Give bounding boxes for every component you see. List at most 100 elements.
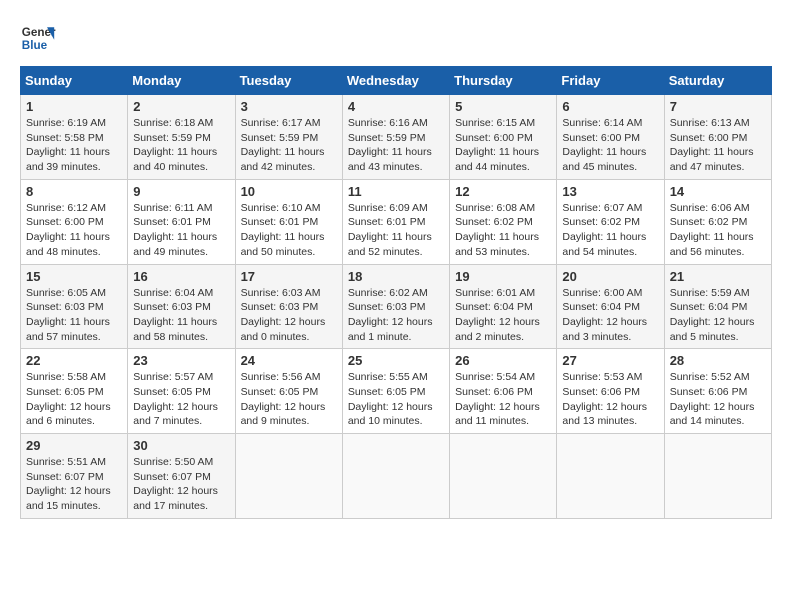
logo: General Blue [20, 20, 60, 56]
calendar-cell [342, 434, 449, 519]
day-info: Sunrise: 6:01 AMSunset: 6:04 PMDaylight:… [455, 286, 551, 345]
day-number: 17 [241, 269, 337, 284]
day-number: 5 [455, 99, 551, 114]
day-number: 20 [562, 269, 658, 284]
day-info: Sunrise: 6:19 AMSunset: 5:58 PMDaylight:… [26, 116, 122, 175]
calendar-cell: 19 Sunrise: 6:01 AMSunset: 6:04 PMDayligh… [450, 264, 557, 349]
day-info: Sunrise: 5:51 AMSunset: 6:07 PMDaylight:… [26, 455, 122, 514]
calendar-cell: 11 Sunrise: 6:09 AMSunset: 6:01 PMDayligh… [342, 179, 449, 264]
calendar-cell: 12 Sunrise: 6:08 AMSunset: 6:02 PMDayligh… [450, 179, 557, 264]
calendar-cell: 26 Sunrise: 5:54 AMSunset: 6:06 PMDayligh… [450, 349, 557, 434]
calendar-cell: 25 Sunrise: 5:55 AMSunset: 6:05 PMDayligh… [342, 349, 449, 434]
calendar-cell: 27 Sunrise: 5:53 AMSunset: 6:06 PMDayligh… [557, 349, 664, 434]
calendar-cell: 3 Sunrise: 6:17 AMSunset: 5:59 PMDaylight… [235, 95, 342, 180]
day-number: 21 [670, 269, 766, 284]
day-number: 29 [26, 438, 122, 453]
calendar-cell: 5 Sunrise: 6:15 AMSunset: 6:00 PMDaylight… [450, 95, 557, 180]
day-info: Sunrise: 6:03 AMSunset: 6:03 PMDaylight:… [241, 286, 337, 345]
calendar-cell [450, 434, 557, 519]
day-number: 26 [455, 353, 551, 368]
day-info: Sunrise: 6:16 AMSunset: 5:59 PMDaylight:… [348, 116, 444, 175]
calendar-week-row: 1 Sunrise: 6:19 AMSunset: 5:58 PMDaylight… [21, 95, 772, 180]
day-number: 27 [562, 353, 658, 368]
day-info: Sunrise: 6:12 AMSunset: 6:00 PMDaylight:… [26, 201, 122, 260]
calendar-week-row: 29 Sunrise: 5:51 AMSunset: 6:07 PMDayligh… [21, 434, 772, 519]
day-info: Sunrise: 5:56 AMSunset: 6:05 PMDaylight:… [241, 370, 337, 429]
day-info: Sunrise: 5:59 AMSunset: 6:04 PMDaylight:… [670, 286, 766, 345]
calendar-cell: 22 Sunrise: 5:58 AMSunset: 6:05 PMDayligh… [21, 349, 128, 434]
calendar-cell: 17 Sunrise: 6:03 AMSunset: 6:03 PMDayligh… [235, 264, 342, 349]
calendar-cell [235, 434, 342, 519]
day-number: 3 [241, 99, 337, 114]
day-info: Sunrise: 6:11 AMSunset: 6:01 PMDaylight:… [133, 201, 229, 260]
calendar-cell: 23 Sunrise: 5:57 AMSunset: 6:05 PMDayligh… [128, 349, 235, 434]
day-number: 25 [348, 353, 444, 368]
day-number: 4 [348, 99, 444, 114]
day-info: Sunrise: 6:06 AMSunset: 6:02 PMDaylight:… [670, 201, 766, 260]
calendar-cell: 18 Sunrise: 6:02 AMSunset: 6:03 PMDayligh… [342, 264, 449, 349]
header-sunday: Sunday [21, 67, 128, 95]
day-number: 23 [133, 353, 229, 368]
day-number: 11 [348, 184, 444, 199]
day-number: 7 [670, 99, 766, 114]
calendar-cell: 6 Sunrise: 6:14 AMSunset: 6:00 PMDaylight… [557, 95, 664, 180]
header-thursday: Thursday [450, 67, 557, 95]
day-info: Sunrise: 5:58 AMSunset: 6:05 PMDaylight:… [26, 370, 122, 429]
day-number: 15 [26, 269, 122, 284]
calendar-cell: 16Sunrise: 6:04 AMSunset: 6:03 PMDayligh… [128, 264, 235, 349]
page-header: General Blue [20, 20, 772, 56]
day-number: 10 [241, 184, 337, 199]
day-info: Sunrise: 6:13 AMSunset: 6:00 PMDaylight:… [670, 116, 766, 175]
calendar-cell: 1 Sunrise: 6:19 AMSunset: 5:58 PMDaylight… [21, 95, 128, 180]
calendar-week-row: 22 Sunrise: 5:58 AMSunset: 6:05 PMDayligh… [21, 349, 772, 434]
header-saturday: Saturday [664, 67, 771, 95]
calendar-header-row: SundayMondayTuesdayWednesdayThursdayFrid… [21, 67, 772, 95]
calendar-cell: 30 Sunrise: 5:50 AMSunset: 6:07 PMDayligh… [128, 434, 235, 519]
day-number: 19 [455, 269, 551, 284]
day-info: Sunrise: 5:57 AMSunset: 6:05 PMDaylight:… [133, 370, 229, 429]
day-number: 6 [562, 99, 658, 114]
calendar-cell: 20 Sunrise: 6:00 AMSunset: 6:04 PMDayligh… [557, 264, 664, 349]
calendar-cell [557, 434, 664, 519]
day-info: Sunrise: 6:14 AMSunset: 6:00 PMDaylight:… [562, 116, 658, 175]
day-info: Sunrise: 6:00 AMSunset: 6:04 PMDaylight:… [562, 286, 658, 345]
calendar-cell [664, 434, 771, 519]
calendar-week-row: 8 Sunrise: 6:12 AMSunset: 6:00 PMDaylight… [21, 179, 772, 264]
day-info: Sunrise: 6:17 AMSunset: 5:59 PMDaylight:… [241, 116, 337, 175]
day-number: 30 [133, 438, 229, 453]
calendar-cell: 13Sunrise: 6:07 AMSunset: 6:02 PMDayligh… [557, 179, 664, 264]
day-number: 24 [241, 353, 337, 368]
logo-icon: General Blue [20, 20, 56, 56]
day-info: Sunrise: 6:05 AMSunset: 6:03 PMDaylight:… [26, 286, 122, 345]
calendar-cell: 7 Sunrise: 6:13 AMSunset: 6:00 PMDaylight… [664, 95, 771, 180]
day-info: Sunrise: 5:55 AMSunset: 6:05 PMDaylight:… [348, 370, 444, 429]
calendar-cell: 15 Sunrise: 6:05 AMSunset: 6:03 PMDayligh… [21, 264, 128, 349]
calendar-cell: 9Sunrise: 6:11 AMSunset: 6:01 PMDaylight… [128, 179, 235, 264]
header-friday: Friday [557, 67, 664, 95]
day-info: Sunrise: 6:02 AMSunset: 6:03 PMDaylight:… [348, 286, 444, 345]
calendar-cell: 2Sunrise: 6:18 AMSunset: 5:59 PMDaylight… [128, 95, 235, 180]
day-number: 28 [670, 353, 766, 368]
calendar-cell: 8 Sunrise: 6:12 AMSunset: 6:00 PMDaylight… [21, 179, 128, 264]
day-number: 12 [455, 184, 551, 199]
day-info: Sunrise: 5:54 AMSunset: 6:06 PMDaylight:… [455, 370, 551, 429]
day-info: Sunrise: 6:08 AMSunset: 6:02 PMDaylight:… [455, 201, 551, 260]
day-info: Sunrise: 6:09 AMSunset: 6:01 PMDaylight:… [348, 201, 444, 260]
day-info: Sunrise: 6:04 AMSunset: 6:03 PMDaylight:… [133, 286, 229, 345]
day-number: 18 [348, 269, 444, 284]
day-info: Sunrise: 6:15 AMSunset: 6:00 PMDaylight:… [455, 116, 551, 175]
calendar-cell: 21 Sunrise: 5:59 AMSunset: 6:04 PMDayligh… [664, 264, 771, 349]
day-number: 8 [26, 184, 122, 199]
calendar-table: SundayMondayTuesdayWednesdayThursdayFrid… [20, 66, 772, 519]
calendar-week-row: 15 Sunrise: 6:05 AMSunset: 6:03 PMDayligh… [21, 264, 772, 349]
day-info: Sunrise: 6:10 AMSunset: 6:01 PMDaylight:… [241, 201, 337, 260]
day-info: Sunrise: 5:53 AMSunset: 6:06 PMDaylight:… [562, 370, 658, 429]
day-number: 13 [562, 184, 658, 199]
day-info: Sunrise: 5:52 AMSunset: 6:06 PMDaylight:… [670, 370, 766, 429]
calendar-cell: 28 Sunrise: 5:52 AMSunset: 6:06 PMDayligh… [664, 349, 771, 434]
day-info: Sunrise: 5:50 AMSunset: 6:07 PMDaylight:… [133, 455, 229, 514]
day-number: 22 [26, 353, 122, 368]
day-number: 2 [133, 99, 229, 114]
day-number: 1 [26, 99, 122, 114]
header-tuesday: Tuesday [235, 67, 342, 95]
